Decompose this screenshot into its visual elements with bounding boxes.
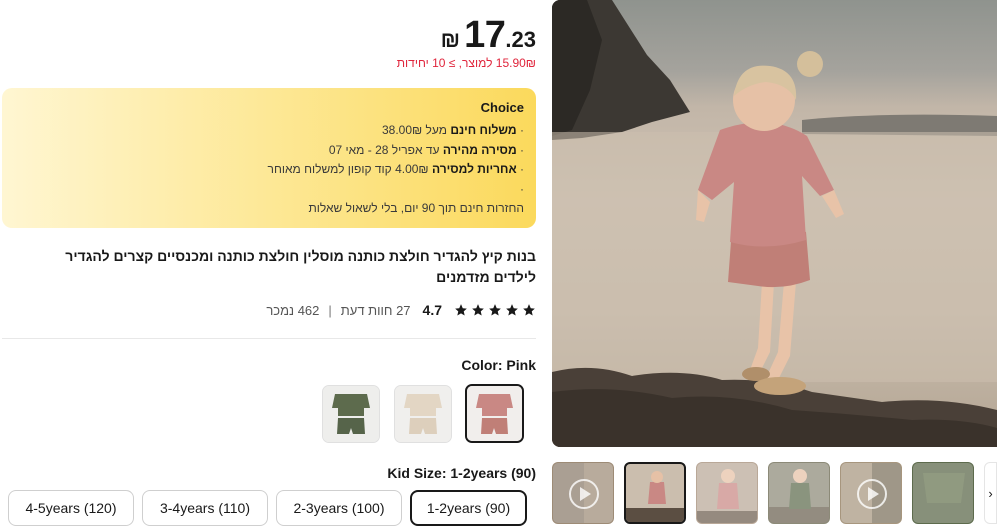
star-icon bbox=[523, 304, 535, 316]
thumbnail-image bbox=[913, 463, 973, 523]
bullet: · bbox=[520, 142, 524, 157]
review-count-link[interactable]: 27 חוות דעת bbox=[341, 303, 411, 318]
benefit-text: 4.00₪ קוד קופון למשלוח מאוחר bbox=[267, 162, 432, 176]
rating-score: 4.7 bbox=[422, 302, 442, 318]
choice-title: Choice bbox=[480, 100, 524, 115]
star-rating[interactable] bbox=[454, 303, 536, 317]
thumbnail-strip bbox=[552, 462, 997, 527]
bulk-unit-price: 15.90₪ למוצר, ≥ 10 יחידות bbox=[396, 56, 536, 70]
thumbnail-boy-green[interactable] bbox=[768, 462, 830, 524]
benefit-delivery-guarantee: · אחריות למסירה 4.00₪ קוד קופון למשלוח מ… bbox=[14, 160, 524, 180]
price-currency: ₪ bbox=[440, 27, 461, 52]
color-option-pink[interactable] bbox=[465, 384, 524, 443]
thumbnail-image bbox=[769, 469, 829, 523]
benefit-empty-line: · bbox=[14, 180, 524, 200]
price-decimal: .23 bbox=[505, 27, 536, 52]
size-option-1-2years[interactable]: 1-2years (90) bbox=[410, 490, 527, 526]
divider bbox=[2, 338, 536, 339]
star-icon bbox=[489, 304, 501, 316]
color-option-green[interactable] bbox=[322, 385, 380, 443]
benefit-title: אחריות למסירה bbox=[431, 162, 517, 176]
price: ₪ 17 .23 bbox=[441, 14, 536, 57]
benefit-text: עד אפריל 28 - מאי 07 bbox=[328, 142, 443, 157]
pink-outfit-swatch bbox=[467, 386, 522, 441]
star-icon bbox=[506, 304, 518, 316]
star-icon bbox=[455, 304, 467, 316]
video-play-icon bbox=[857, 463, 901, 523]
bullet: · bbox=[520, 123, 524, 137]
rating-separator: | bbox=[328, 302, 332, 318]
thumbnail-green-closeup[interactable] bbox=[912, 462, 974, 524]
bullet: · bbox=[520, 181, 524, 196]
benefit-fast-delivery: · מסירה מהירה עד אפריל 28 - מאי 07 bbox=[14, 141, 524, 161]
main-product-image[interactable] bbox=[552, 0, 997, 447]
thumbnail-next-arrow-icon[interactable]: › bbox=[984, 462, 997, 524]
product-title: בנות קיץ להגדיר חולצת כותנה מוסלין חולצת… bbox=[65, 248, 536, 285]
thumbnail-girl-standing[interactable] bbox=[696, 462, 758, 524]
beige-outfit-swatch bbox=[395, 386, 451, 442]
thumbnail-image bbox=[697, 469, 757, 523]
green-outfit-swatch bbox=[323, 386, 379, 442]
thumbnail-video-2[interactable] bbox=[840, 462, 902, 524]
main-photo-illustration bbox=[552, 0, 997, 447]
color-label: Color: Pink bbox=[461, 357, 536, 373]
size-label: Kid Size: 1-2years (90) bbox=[387, 465, 536, 481]
sold-count: 462 נמכר bbox=[266, 302, 320, 318]
thumbnail-video[interactable] bbox=[552, 462, 614, 524]
video-play-icon bbox=[553, 463, 599, 523]
benefit-text: החזרות חינם תוך 90 יום, בלי לשאול שאלות bbox=[308, 201, 524, 215]
color-option-beige[interactable] bbox=[394, 385, 452, 443]
star-icon bbox=[472, 304, 484, 316]
benefit-title: מסירה מהירה bbox=[442, 142, 517, 157]
size-option-3-4years[interactable]: 3-4years (110) bbox=[142, 490, 268, 526]
benefit-free-returns: החזרות חינם תוך 90 יום, בלי לשאול שאלות bbox=[14, 199, 524, 219]
size-option-4-5years[interactable]: 4-5years (120) bbox=[8, 490, 134, 526]
rating-row: 4.7 27 חוות דעת | 462 נמכר bbox=[266, 302, 536, 318]
price-integer: 17 bbox=[464, 14, 506, 56]
thumbnail-girl-on-beach[interactable] bbox=[624, 462, 686, 524]
benefit-text: מעל 38.00₪ bbox=[381, 123, 451, 137]
thumbnail-image bbox=[626, 471, 684, 522]
size-option-2-3years[interactable]: 2-3years (100) bbox=[276, 490, 402, 526]
benefit-free-shipping: · משלוח חינם מעל 38.00₪ bbox=[14, 121, 524, 141]
benefit-title: משלוח חינם bbox=[450, 123, 517, 137]
choice-benefits-box: Choice · משלוח חינם מעל 38.00₪ · מסירה מ… bbox=[2, 88, 536, 228]
bullet: · bbox=[520, 162, 524, 176]
